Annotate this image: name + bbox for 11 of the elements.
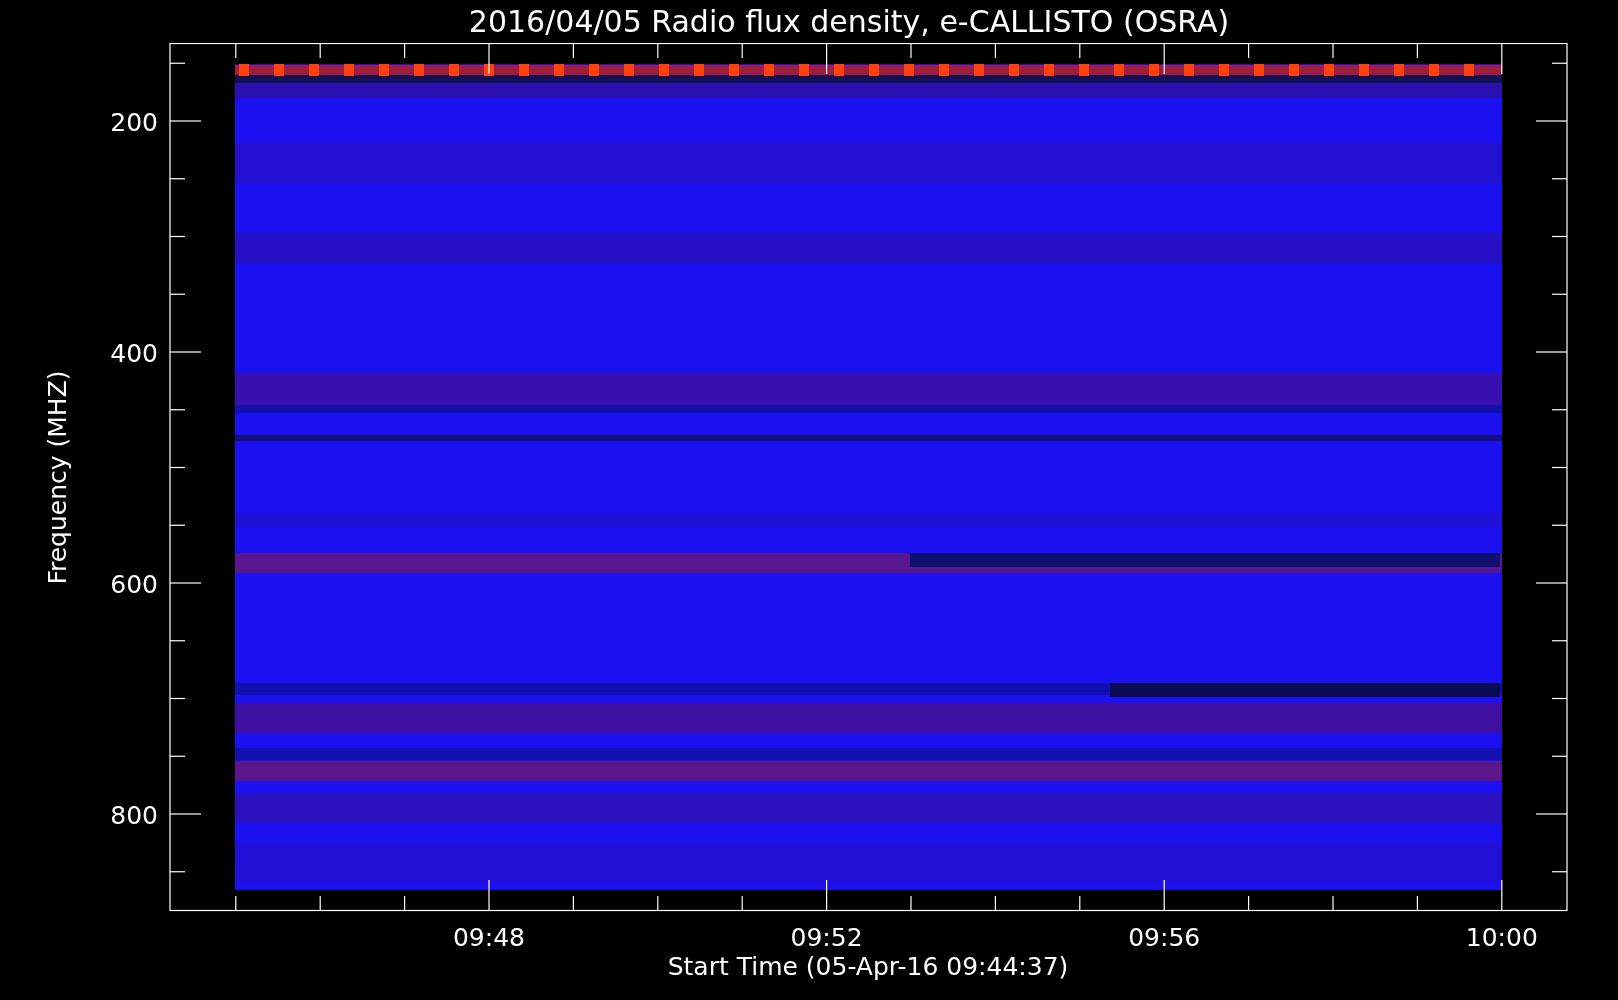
tick-label: 600: [110, 570, 158, 599]
tick-label: 10:00: [1465, 923, 1538, 952]
tick-label: 09:52: [790, 923, 863, 952]
tick-label: 09:48: [453, 923, 525, 952]
axis-label: Frequency (MHZ): [42, 369, 72, 585]
chart-title: 2016/04/05 Radio flux density, e-CALLISTO (OSRA): [467, 3, 1231, 41]
axis-label: Start Time (05-Apr-16 09:44:37): [667, 952, 1069, 981]
tick-label: 400: [110, 339, 158, 368]
tick-label: 09:56: [1128, 923, 1201, 952]
tick-label: 200: [110, 108, 158, 137]
tick-label: 800: [110, 801, 158, 830]
